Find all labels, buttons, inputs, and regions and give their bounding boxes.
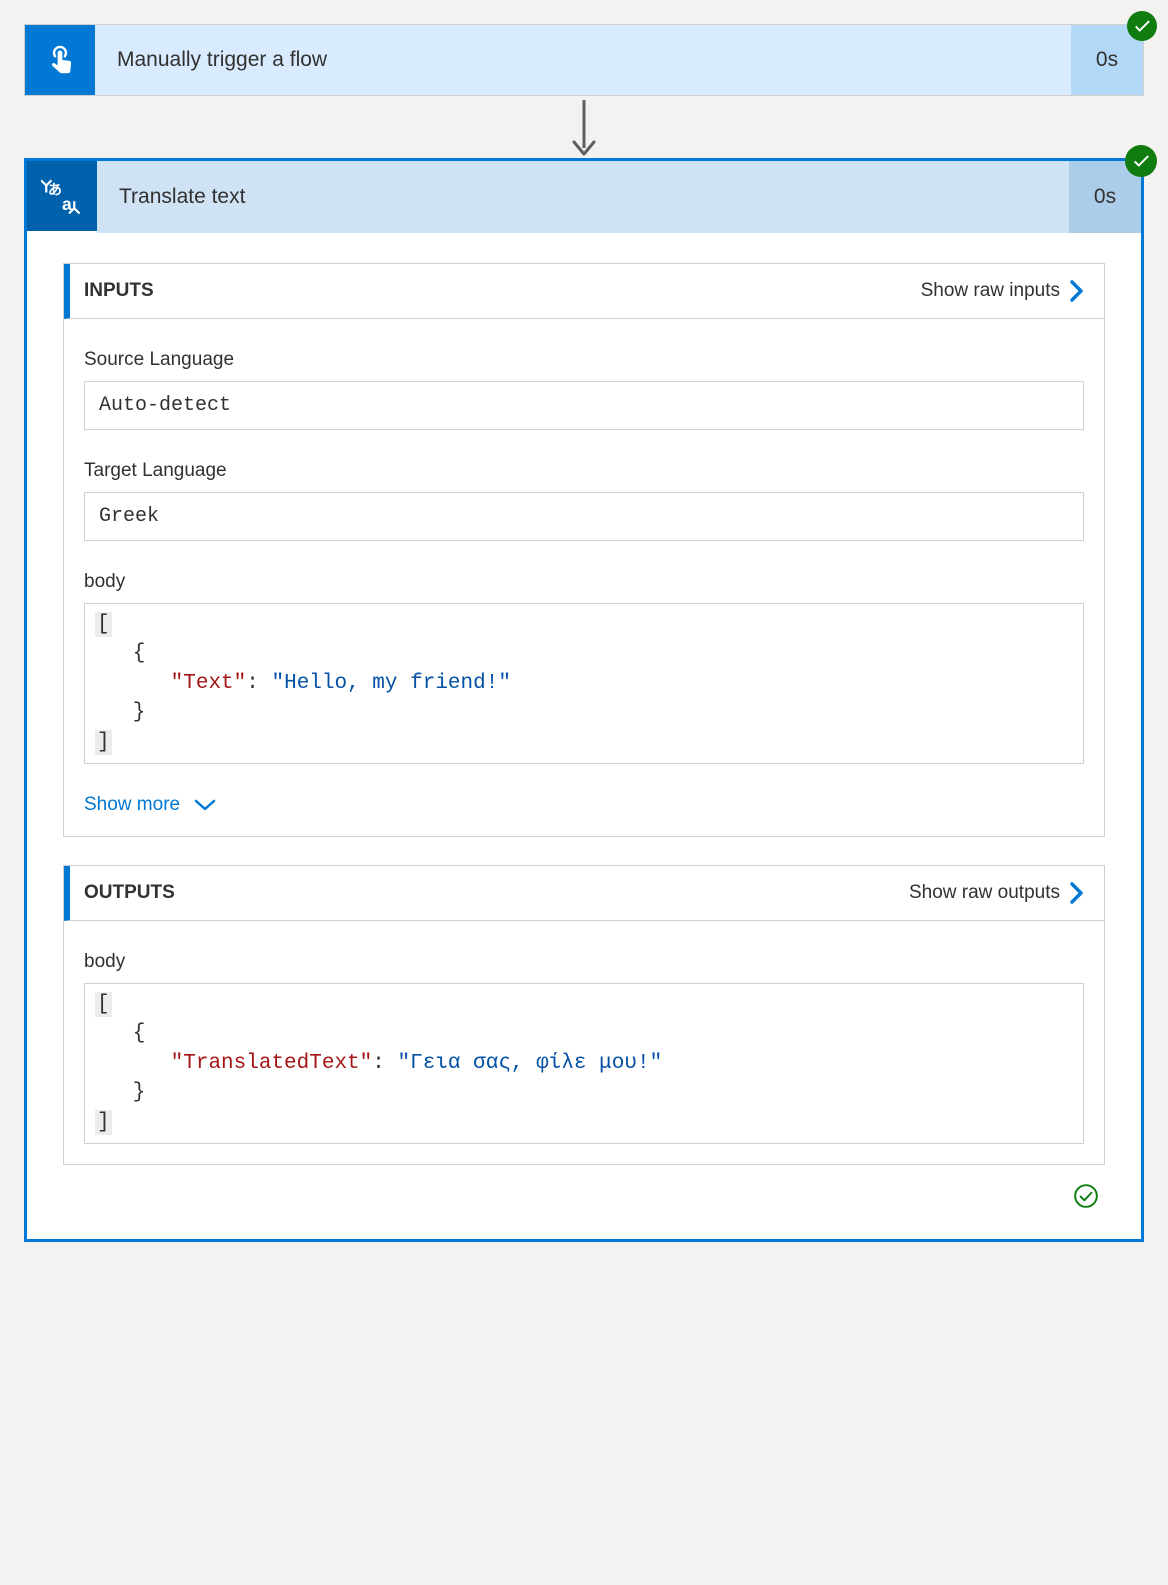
inputs-section-content: Source Language Auto-detect Target Langu… [64,319,1104,836]
chevron-right-icon [1070,280,1084,302]
output-body-label: body [84,951,1084,973]
outputs-section: OUTPUTS Show raw outputs body [ { "Trans… [63,865,1105,1165]
target-language-label: Target Language [84,460,1084,482]
inputs-section-header: INPUTS Show raw inputs [64,264,1104,319]
action-card-body: INPUTS Show raw inputs Source Language A… [27,233,1141,1239]
trigger-title: Manually trigger a flow [95,25,1071,95]
show-raw-outputs-link[interactable]: Show raw outputs [909,882,1084,904]
input-body-json[interactable]: [ { "Text": "Hello, my friend!" } ] [84,603,1084,764]
inputs-section: INPUTS Show raw inputs Source Language A… [63,263,1105,837]
input-body-field: body [ { "Text": "Hello, my friend!" } ] [84,571,1084,764]
success-badge-icon [1127,11,1157,41]
svg-text:あ: あ [48,181,62,197]
target-language-field: Target Language Greek [84,460,1084,541]
action-card: あ a Translate text 0s INPUTS Show raw in… [24,158,1144,1242]
target-language-value[interactable]: Greek [84,492,1084,541]
arrow-connector-icon [24,96,1144,158]
translate-icon: あ a [27,161,97,231]
show-raw-inputs-label: Show raw inputs [921,280,1060,302]
success-outline-icon [1073,1183,1099,1209]
outputs-title: OUTPUTS [70,882,175,904]
chevron-down-icon [194,798,216,812]
trigger-card[interactable]: Manually trigger a flow 0s [24,24,1144,96]
output-body-json[interactable]: [ { "TranslatedText": "Γεια σας, φίλε μο… [84,983,1084,1144]
output-body-field: body [ { "TranslatedText": "Γεια σας, φί… [84,951,1084,1144]
action-title: Translate text [97,161,1069,233]
chevron-right-icon [1070,882,1084,904]
show-raw-outputs-label: Show raw outputs [909,882,1060,904]
outputs-section-content: body [ { "TranslatedText": "Γεια σας, φί… [64,921,1104,1164]
source-language-label: Source Language [84,349,1084,371]
action-card-header[interactable]: あ a Translate text 0s [27,161,1141,233]
show-more-link[interactable]: Show more [84,794,1084,816]
source-language-value[interactable]: Auto-detect [84,381,1084,430]
footer-status [63,1177,1105,1215]
source-language-field: Source Language Auto-detect [84,349,1084,430]
success-badge-icon [1125,145,1157,177]
show-raw-inputs-link[interactable]: Show raw inputs [921,280,1084,302]
touch-icon [25,25,95,95]
inputs-title: INPUTS [70,280,154,302]
trigger-card-header: Manually trigger a flow 0s [25,25,1143,95]
input-body-label: body [84,571,1084,593]
show-more-label: Show more [84,794,180,816]
outputs-section-header: OUTPUTS Show raw outputs [64,866,1104,921]
